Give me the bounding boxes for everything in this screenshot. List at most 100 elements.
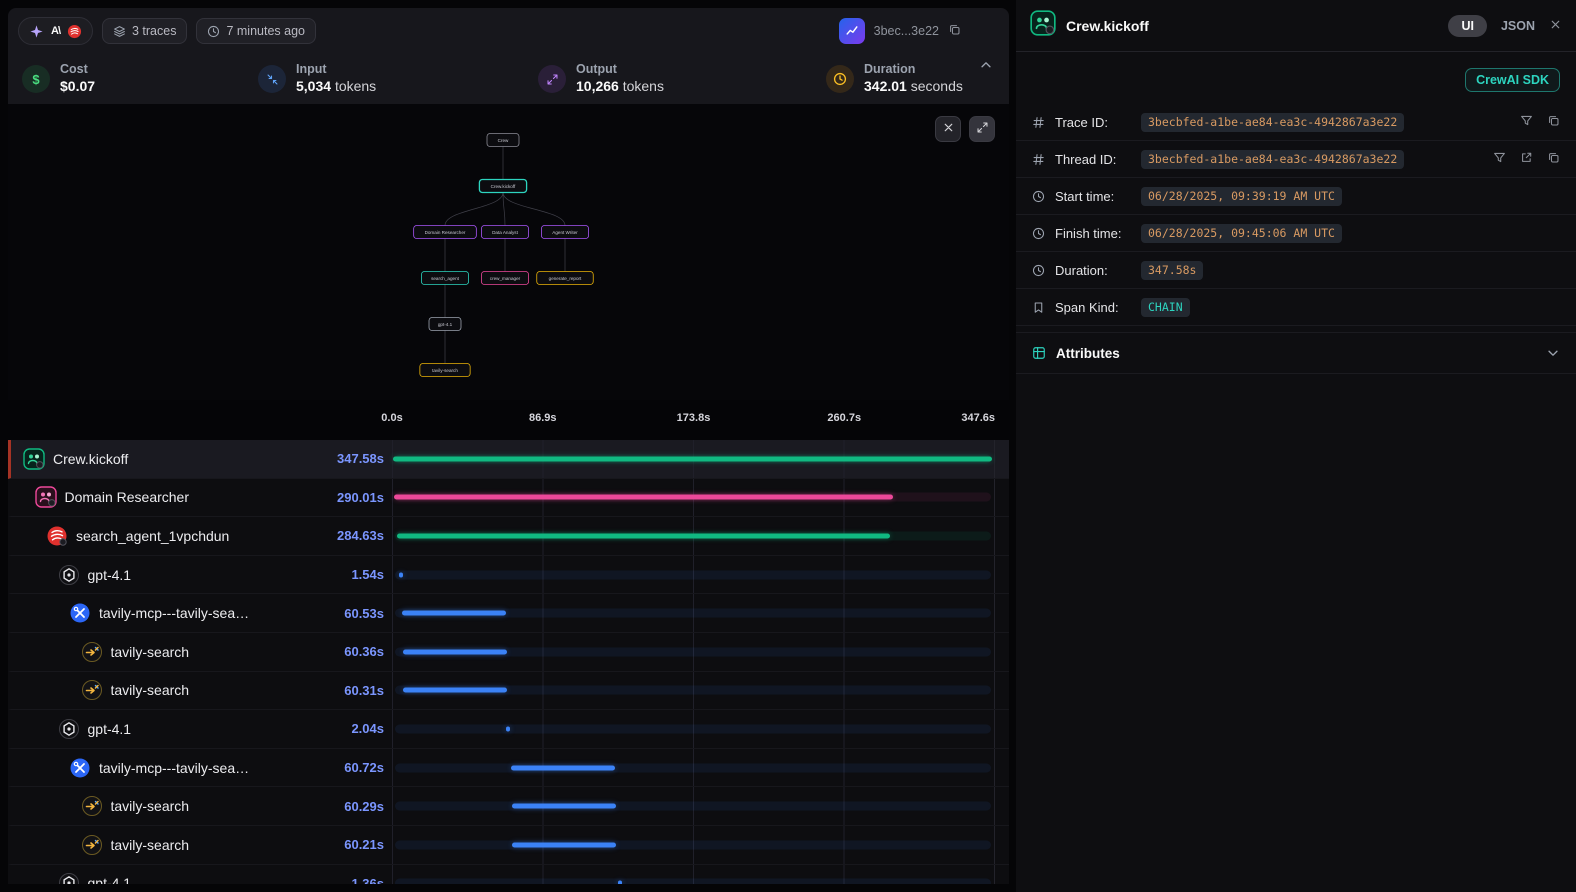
graph-node[interactable]: search_agent: [421, 272, 468, 285]
graph-expand-button[interactable]: [969, 116, 995, 142]
graph-node[interactable]: crew_manager: [481, 272, 528, 285]
duration-bar[interactable]: [399, 572, 403, 577]
field-label: Start time:: [1055, 189, 1133, 204]
trace-row[interactable]: Crew.kickoff 347.58s: [8, 440, 1009, 479]
trace-row[interactable]: gpt-4.1 1.54s: [8, 556, 1009, 595]
trace-row[interactable]: tavily-search 60.29s: [8, 787, 1009, 826]
arrows-in-icon: [258, 65, 286, 93]
traces-count-badge[interactable]: 3 traces: [102, 18, 187, 44]
duration-bar[interactable]: [512, 804, 616, 809]
provider-logos: A\: [18, 17, 93, 45]
field-label: Thread ID:: [1055, 152, 1133, 167]
trace-view-app: A\ 3 traces 7 minutes ago 3bec...3e22: [0, 0, 1576, 892]
clock-sm-icon: [1032, 264, 1047, 277]
chart-button[interactable]: [839, 18, 865, 44]
copy-button[interactable]: [1547, 151, 1560, 167]
duration-track: [395, 879, 991, 884]
panel-close-button[interactable]: [1549, 18, 1562, 34]
span-name: tavily-mcp---tavily-sea…: [99, 760, 336, 776]
duration-track: [395, 570, 991, 579]
span-duration: 60.29s: [344, 799, 384, 814]
field-value[interactable]: 3becbfed-a1be-ae84-ea3c-4942867a3e22: [1141, 113, 1404, 132]
graph-node[interactable]: Agent Writer: [541, 226, 588, 239]
field-label: Duration:: [1055, 263, 1133, 278]
attributes-section[interactable]: Attributes: [1016, 332, 1576, 374]
trace-row[interactable]: tavily-mcp---tavily-sea… 60.72s: [8, 749, 1009, 788]
span-name: gpt-4.1: [88, 721, 344, 737]
duration-bar[interactable]: [403, 649, 507, 654]
graph-close-button[interactable]: [935, 116, 961, 142]
graph-node[interactable]: Crew.kickoff: [479, 180, 526, 193]
duration-track: [395, 724, 991, 733]
traces-count-label: 3 traces: [132, 24, 176, 38]
trace-row[interactable]: tavily-search 60.31s: [8, 672, 1009, 711]
panel-fields: Trace ID: 3becbfed-a1be-ae84-ea3c-494286…: [1016, 104, 1576, 326]
external-button[interactable]: [1520, 151, 1533, 167]
trace-row[interactable]: search_agent_1vpchdun 284.63s: [8, 517, 1009, 556]
span-duration: 60.36s: [344, 644, 384, 659]
sparkle-icon: [29, 24, 44, 39]
graph-node[interactable]: tavily-search: [420, 364, 470, 377]
field-value[interactable]: 347.58s: [1141, 261, 1203, 280]
timeline-cell: [392, 787, 995, 825]
graph-node[interactable]: Crew: [487, 134, 519, 147]
trace-row[interactable]: gpt-4.1 2.04s: [8, 710, 1009, 749]
span-name: gpt-4.1: [88, 875, 344, 884]
graph-node[interactable]: Data Analyst: [481, 226, 528, 239]
duration-bar[interactable]: [402, 611, 507, 616]
duration-bar[interactable]: [397, 533, 889, 538]
collapse-stats-button[interactable]: [979, 58, 993, 75]
field-value[interactable]: 06/28/2025, 09:45:06 AM UTC: [1141, 224, 1342, 243]
trace-row[interactable]: Domain Researcher 290.01s: [8, 479, 1009, 518]
field-value[interactable]: CHAIN: [1141, 298, 1190, 317]
copy-trace-id-button[interactable]: [948, 23, 961, 39]
clock-icon: [826, 65, 854, 93]
field-row: Span Kind: CHAIN: [1016, 289, 1576, 326]
duration-bar[interactable]: [506, 726, 510, 731]
span-duration: 290.01s: [337, 490, 384, 505]
trace-row[interactable]: tavily-search 60.21s: [8, 826, 1009, 865]
trace-row[interactable]: tavily-search 60.36s: [8, 633, 1009, 672]
trace-row[interactable]: gpt-4.1 1.36s: [8, 865, 1009, 884]
anthropic-icon: A\: [51, 25, 60, 37]
span-detail-panel: Crew.kickoff UI JSON CrewAI SDK Trace ID…: [1016, 0, 1576, 892]
svg-text:Domain Researcher: Domain Researcher: [425, 230, 466, 235]
trace-graph-area: Crew Crew.kickoff Domain Researcher Data…: [8, 104, 1009, 400]
timeline-cell: [392, 826, 995, 864]
span-name: tavily-search: [111, 798, 337, 814]
timeline-cell: [392, 749, 995, 787]
trace-row[interactable]: tavily-mcp---tavily-sea… 60.53s: [8, 594, 1009, 633]
duration-bar[interactable]: [394, 495, 894, 500]
panel-header-actions: UI JSON: [1448, 15, 1562, 37]
stat-output: Output 10,266 tokens: [538, 62, 826, 95]
trace-graph[interactable]: Crew Crew.kickoff Domain Researcher Data…: [8, 104, 1009, 400]
duration-bar[interactable]: [393, 456, 991, 461]
graph-node[interactable]: gpt-4.1: [429, 318, 461, 331]
tab-ui[interactable]: UI: [1448, 15, 1487, 37]
span-duration: 60.21s: [344, 837, 384, 852]
panel-title: Crew.kickoff: [1066, 18, 1149, 34]
stat-label: Duration: [864, 62, 963, 78]
field-value[interactable]: 06/28/2025, 09:39:19 AM UTC: [1141, 187, 1342, 206]
copy-button[interactable]: [1547, 114, 1560, 130]
graph-node[interactable]: generate_report: [537, 272, 594, 285]
field-row: Duration: 347.58s: [1016, 252, 1576, 289]
duration-bar[interactable]: [511, 765, 616, 770]
axis-tick: 347.6s: [961, 412, 995, 424]
tab-json[interactable]: JSON: [1501, 19, 1535, 33]
close-icon: [1549, 18, 1562, 34]
timeline-cell: [392, 710, 995, 748]
filter-button[interactable]: [1493, 151, 1506, 167]
svg-text:Agent Writer: Agent Writer: [552, 230, 578, 235]
timeline-cell: [392, 517, 995, 555]
duration-bar[interactable]: [618, 881, 622, 884]
filter-button[interactable]: [1520, 114, 1533, 130]
span-duration: 60.72s: [344, 760, 384, 775]
graph-node[interactable]: Domain Researcher: [414, 226, 477, 239]
duration-bar[interactable]: [403, 688, 507, 693]
svg-text:Data Analyst: Data Analyst: [492, 230, 519, 235]
duration-bar[interactable]: [512, 842, 616, 847]
field-value[interactable]: 3becbfed-a1be-ae84-ea3c-4942867a3e22: [1141, 150, 1404, 169]
tavily-icon: [81, 679, 103, 701]
filter-icon: [1493, 151, 1506, 167]
